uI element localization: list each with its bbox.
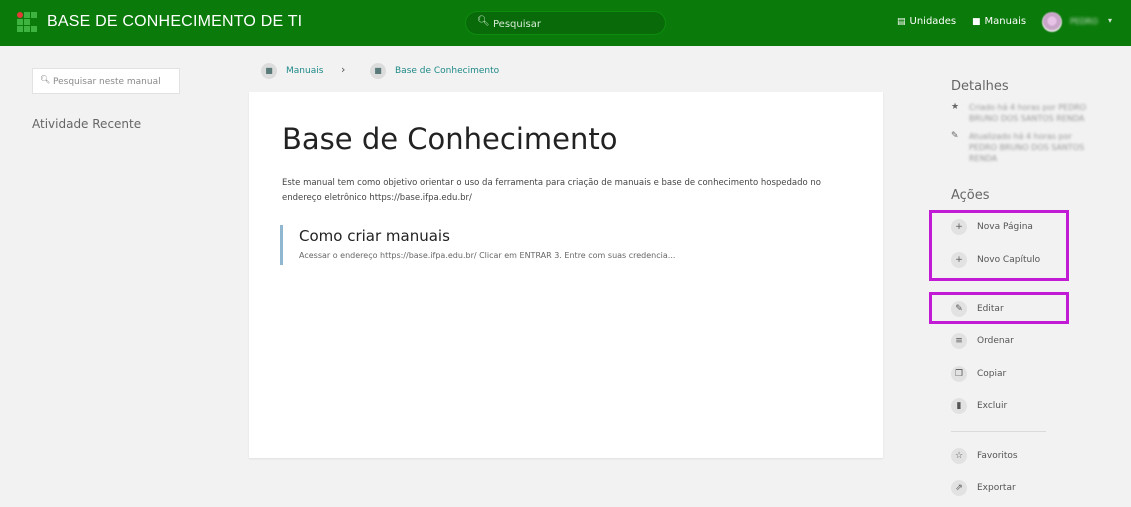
chapter-excerpt: Acessar o endereço https://base.ifpa.edu… [299,251,676,260]
chevron-right-icon: › [341,63,346,76]
star-outline-icon: ☆ [951,448,967,464]
manual-search[interactable]: 🔍︎ [32,68,180,94]
global-search[interactable]: 🔍︎ [465,11,666,35]
nav-units-link[interactable]: ▤ Unidades [897,16,956,27]
highlight-box-edit [929,292,1069,324]
details-title: Detalhes [951,79,1009,94]
star-icon: ★ [951,102,960,112]
actions-title: Ações [951,188,990,203]
trash-icon: ▮ [951,398,967,414]
book-icon: ■ [370,63,386,79]
building-icon: ▤ [897,17,906,27]
breadcrumb-manuals[interactable]: ■ Manuais [261,63,323,79]
search-icon: 🔍︎ [477,16,490,27]
page-title: Base de Conhecimento [282,122,618,156]
user-name[interactable]: PEDRO [1070,17,1098,26]
top-header: BASE DE CONHECIMENTO DE TI 🔍︎ ▤Unidades … [0,0,1131,46]
book-icon: ■ [261,63,277,79]
book-icon: ■ [972,17,981,27]
nav-manuals-link[interactable]: ■ Manuais [972,16,1026,27]
delete-button[interactable]: ▮ Excluir [951,398,1007,414]
export-icon: ⇗ [951,480,967,496]
avatar[interactable] [1042,12,1062,32]
manual-search-input[interactable] [51,74,180,90]
logo-icon[interactable] [17,12,38,33]
chapter-title[interactable]: Como criar manuais [299,227,450,245]
search-icon: 🔍︎ [40,75,51,84]
book-description: Este manual tem como objetivo orientar o… [282,178,821,203]
global-search-input[interactable] [491,15,660,33]
book-content-card: Base de Conhecimento Este manual tem com… [249,92,883,458]
copy-button[interactable]: ❐ Copiar [951,366,1006,382]
recent-activity-title: Atividade Recente [32,117,142,131]
pencil-icon: ✎ [951,131,959,141]
breadcrumb-book[interactable]: ■ Base de Conhecimento [370,63,499,79]
sort-button[interactable]: ≡ Ordenar [951,333,1014,349]
highlight-box-new-items [929,210,1069,281]
actions-divider [951,431,1046,432]
chapter-item[interactable]: Como criar manuais Acessar o endereço ht… [280,225,843,265]
app-title[interactable]: BASE DE CONHECIMENTO DE TI [47,13,302,31]
export-button[interactable]: ⇗ Exportar [951,480,1016,496]
favorites-button[interactable]: ☆ Favoritos [951,448,1018,464]
copy-icon: ❐ [951,366,967,382]
sort-icon: ≡ [951,333,967,349]
chevron-down-icon[interactable]: ▾ [1108,16,1112,25]
